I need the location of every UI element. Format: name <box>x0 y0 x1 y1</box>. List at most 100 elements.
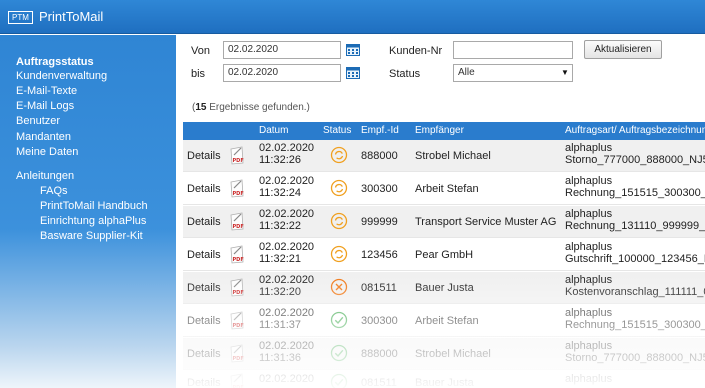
results-count-text: Ergebnisse gefunden.) <box>206 102 310 113</box>
details-link[interactable]: Details <box>187 315 221 327</box>
pdf-icon[interactable]: PDF <box>229 278 245 297</box>
calendar-icon[interactable] <box>346 66 360 79</box>
auftragsart: alphaplus <box>565 175 613 187</box>
date: 02.02.2020 <box>259 241 315 253</box>
time: 11:32:20 <box>259 286 302 298</box>
pdf-icon[interactable]: PDF <box>229 311 245 330</box>
sidebar-subitem-faqs[interactable]: FAQs <box>40 185 68 197</box>
time: 11:32:22 <box>259 220 302 232</box>
svg-text:PDF: PDF <box>233 356 244 362</box>
time: 11:31:37 <box>259 319 302 331</box>
empf-id: 999999 <box>361 216 398 228</box>
table-row[interactable]: Details PDF 02.02.2020 11:32:21 123456 Pe… <box>183 239 705 271</box>
sidebar-item-mandanten[interactable]: Mandanten <box>16 131 71 143</box>
details-link[interactable]: Details <box>187 249 221 261</box>
sidebar-item-kundenverwaltung[interactable]: Kundenverwaltung <box>16 70 107 82</box>
details-link[interactable]: Details <box>187 183 221 195</box>
table-row[interactable]: Details PDF 02.02.2020 11:32:26 888000 St… <box>183 140 705 172</box>
status-select-value: Alle <box>458 67 475 78</box>
details-link[interactable]: Details <box>187 150 221 162</box>
status-error-icon <box>330 278 348 296</box>
column-empf-id[interactable]: Empf.-Id <box>361 125 399 136</box>
table-row[interactable]: Details PDF 02.02.2020 11:31:37 300300 Ar… <box>183 305 705 337</box>
empf-id: 300300 <box>361 183 398 195</box>
von-date-input[interactable]: 02.02.2020 <box>223 41 341 59</box>
time: 11:32:26 <box>259 154 302 166</box>
auftragsart: alphaplus <box>565 274 613 286</box>
sidebar-subitem-basware[interactable]: Basware Supplier-Kit <box>40 230 143 242</box>
date: 02.02.2020 <box>259 208 315 220</box>
calendar-icon[interactable] <box>346 43 360 56</box>
details-link[interactable]: Details <box>187 377 221 388</box>
refresh-button[interactable]: Aktualisieren <box>584 40 662 59</box>
svg-text:PDF: PDF <box>233 191 244 197</box>
column-status[interactable]: Status <box>323 125 351 136</box>
datetime: 02.02.2020 11:31:36 <box>259 340 314 364</box>
table-row[interactable]: Details PDF 02.02.2020 11:32:20 081511 Ba… <box>183 272 705 304</box>
status-pending-icon <box>330 179 348 197</box>
sidebar-item-benutzer[interactable]: Benutzer <box>16 115 60 127</box>
column-auftragsart[interactable]: Auftragsart/ Auftragsbezeichnung <box>565 125 705 136</box>
status-select[interactable]: Alle ▼ <box>453 64 573 82</box>
time: 11:32:21 <box>259 253 302 265</box>
pdf-icon[interactable]: PDF <box>229 245 245 264</box>
date: 02.02.2020 <box>259 307 315 319</box>
table-header: Datum Status Empf.-Id Empfänger Auftrags… <box>183 122 705 140</box>
datetime: 02.02.2020 <box>259 373 314 385</box>
datetime: 02.02.2020 11:32:24 <box>259 175 314 199</box>
empfaenger: Arbeit Stefan <box>415 315 479 327</box>
auftragsbezeichnung: Rechnung_131110_999999_N <box>565 220 705 232</box>
datetime: 02.02.2020 11:32:20 <box>259 274 314 298</box>
empfaenger: Strobel Michael <box>415 348 491 360</box>
sidebar-item-email-logs[interactable]: E-Mail Logs <box>16 100 74 112</box>
pdf-icon[interactable]: PDF <box>229 212 245 231</box>
details-link[interactable]: Details <box>187 216 221 228</box>
auftragsart: alphaplus <box>565 340 613 352</box>
empf-id: 888000 <box>361 348 398 360</box>
auftragsart: alphaplus <box>565 307 613 319</box>
table-row[interactable]: Details PDF 02.02.2020 11:31:36 888000 St… <box>183 338 705 370</box>
kunden-nr-input[interactable] <box>453 41 573 59</box>
pdf-icon[interactable]: PDF <box>229 179 245 198</box>
auftragsart: alphaplus <box>565 373 613 385</box>
results-count: (15 Ergebnisse gefunden.) <box>192 102 310 113</box>
auftrag: alphaplus Rechnung_131110_999999_N <box>565 208 705 232</box>
main-content: Von 02.02.2020 bis 02.02.2020 Kunden-Nr … <box>176 35 705 388</box>
status-label: Status <box>389 68 421 80</box>
table-row[interactable]: Details PDF 02.02.2020 11:32:24 300300 Ar… <box>183 173 705 205</box>
empf-id: 081511 <box>361 282 397 294</box>
empfaenger: Bauer Justa <box>415 282 474 294</box>
sidebar-item-anleitungen[interactable]: Anleitungen <box>16 170 74 182</box>
column-empfaenger[interactable]: Empfänger <box>415 125 464 136</box>
datetime: 02.02.2020 11:31:37 <box>259 307 314 331</box>
datetime: 02.02.2020 11:32:22 <box>259 208 314 232</box>
sidebar-subitem-handbuch[interactable]: PrintToMail Handbuch <box>40 200 148 212</box>
empf-id: 123456 <box>361 249 398 261</box>
sidebar-item-auftragsstatus[interactable]: Auftragsstatus <box>16 56 94 68</box>
date: 02.02.2020 <box>259 373 315 385</box>
app-title: PrintToMail <box>39 9 104 24</box>
sidebar-subitem-alphaplus[interactable]: Einrichtung alphaPlus <box>40 215 146 227</box>
details-link[interactable]: Details <box>187 348 221 360</box>
column-datum[interactable]: Datum <box>259 125 288 136</box>
svg-text:PDF: PDF <box>233 290 244 296</box>
auftrag: alphaplus Kostenvoranschlag_111111_0 <box>565 274 705 298</box>
bis-label: bis <box>191 68 206 80</box>
auftragsbezeichnung: Kostenvoranschlag_111111_0 <box>565 286 705 298</box>
sidebar-item-email-texte[interactable]: E-Mail-Texte <box>16 85 77 97</box>
details-link[interactable]: Details <box>187 282 221 294</box>
time: 11:31:36 <box>259 352 302 364</box>
status-pending-icon <box>330 212 348 230</box>
auftragsbezeichnung: Rechnung_151515_300300_N <box>565 187 705 199</box>
pdf-icon[interactable]: PDF <box>229 373 245 388</box>
chevron-down-icon: ▼ <box>561 68 569 77</box>
status-ok-icon <box>330 311 348 329</box>
sidebar-item-meine-daten[interactable]: Meine Daten <box>16 146 78 158</box>
bis-date-input[interactable]: 02.02.2020 <box>223 64 341 82</box>
pdf-icon[interactable]: PDF <box>229 344 245 363</box>
pdf-icon[interactable]: PDF <box>229 146 245 165</box>
table-row[interactable]: Details PDF 02.02.2020 081511 Bauer Just… <box>183 371 705 388</box>
table-row[interactable]: Details PDF 02.02.2020 11:32:22 999999 Tr… <box>183 206 705 238</box>
datetime: 02.02.2020 11:32:26 <box>259 142 314 166</box>
datetime: 02.02.2020 11:32:21 <box>259 241 314 265</box>
